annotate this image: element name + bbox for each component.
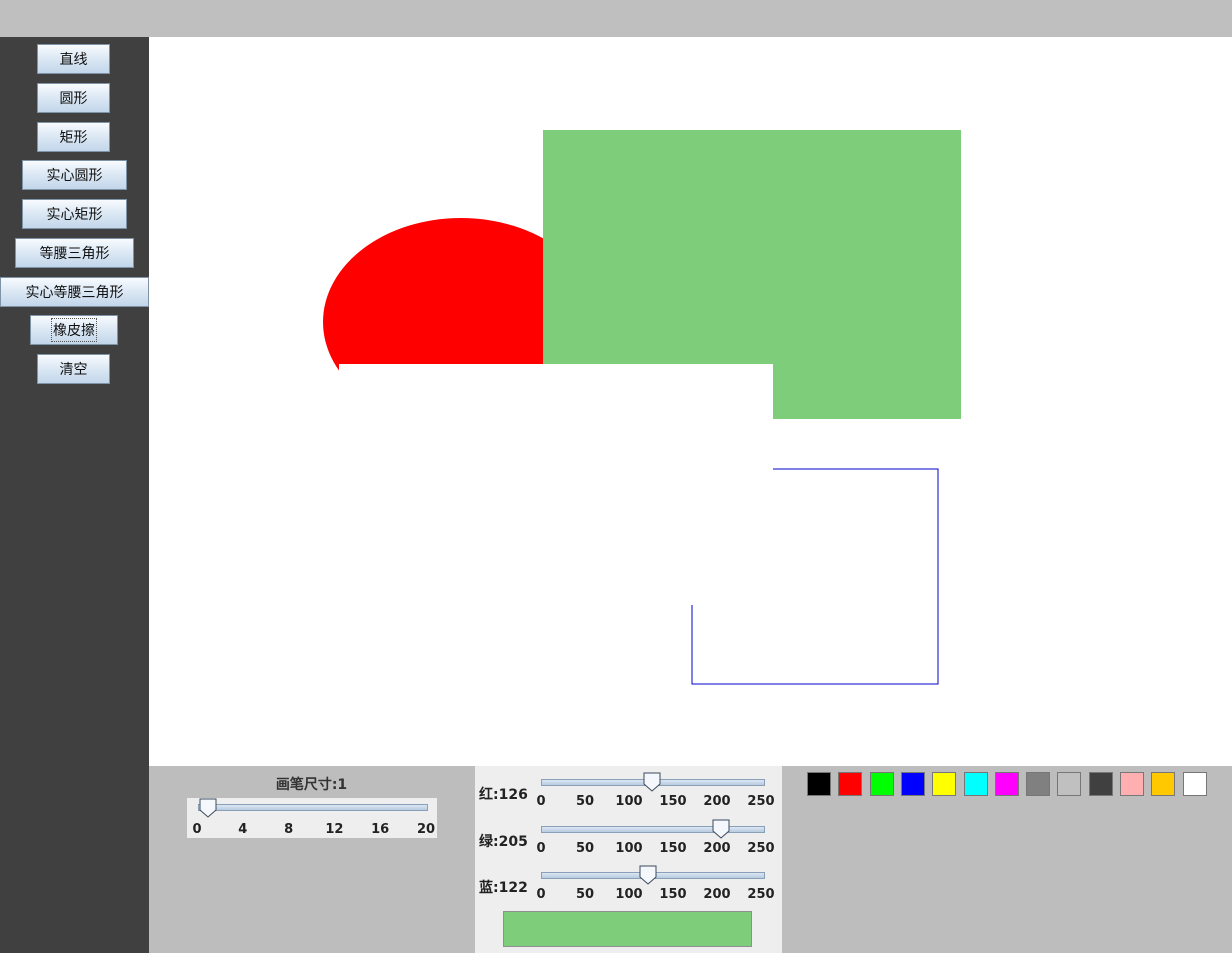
palette-swatch[interactable] — [1088, 772, 1113, 796]
blue-slider-thumb[interactable] — [639, 865, 657, 885]
rgb-tick-label: 150 — [659, 887, 687, 902]
palette-swatch[interactable] — [807, 772, 831, 796]
filled-circle-button[interactable]: 实心圆形 — [22, 160, 127, 190]
palette-swatch[interactable] — [1026, 772, 1051, 796]
circle-button[interactable]: 圆形 — [37, 83, 110, 113]
palette-swatch[interactable] — [932, 772, 957, 796]
brush-size-ticks: 0 4 8 12 16 20 — [187, 822, 437, 838]
filled-triangle-button-label: 实心等腰三角形 — [25, 285, 124, 301]
rgb-tick-label: 0 — [536, 887, 546, 902]
clear-button[interactable]: 清空 — [37, 354, 110, 384]
red-slider-thumb[interactable] — [643, 772, 661, 792]
red-slider-ticks: 0 50 100 150 200 250 — [536, 794, 774, 810]
eraser-button-label: 橡皮擦 — [51, 318, 97, 342]
blue-slider[interactable]: 0 50 100 150 200 250 — [536, 865, 775, 907]
blue-channel-label: 蓝:122 — [479, 880, 528, 896]
palette-swatch[interactable] — [1057, 772, 1082, 796]
red-slider[interactable]: 0 50 100 150 200 250 — [536, 772, 775, 814]
brush-size-tick-label: 8 — [284, 822, 294, 837]
green-slider-track[interactable] — [541, 826, 765, 833]
green-slider-ticks: 0 50 100 150 200 250 — [536, 841, 774, 857]
red-channel-label: 红:126 — [479, 787, 528, 803]
drawing-canvas[interactable] — [149, 37, 1232, 766]
erased-area — [339, 364, 773, 504]
rgb-tick-label: 200 — [703, 794, 731, 809]
triangle-button-label: 等腰三角形 — [39, 246, 110, 262]
palette-swatch[interactable] — [963, 772, 988, 796]
green-slider[interactable]: 0 50 100 150 200 250 — [536, 819, 775, 861]
line-button[interactable]: 直线 — [37, 44, 110, 74]
rectangle-button[interactable]: 矩形 — [37, 122, 110, 152]
brush-size-slider-box: 0 4 8 12 16 20 — [187, 798, 437, 838]
rgb-tick-label: 150 — [659, 794, 687, 809]
eraser-button[interactable]: 橡皮擦 — [30, 315, 118, 345]
rgb-tick-label: 50 — [575, 887, 595, 902]
green-channel-label: 绿:205 — [479, 834, 528, 850]
rgb-tick-label: 100 — [615, 841, 643, 856]
brush-size-tick-label: 16 — [371, 822, 390, 837]
rgb-tick-label: 250 — [747, 841, 775, 856]
line-button-label: 直线 — [59, 52, 88, 68]
green-slider-thumb[interactable] — [712, 819, 730, 839]
canvas-drawing — [323, 130, 961, 685]
brush-size-tick-label: 12 — [325, 822, 344, 837]
rgb-tick-label: 100 — [615, 794, 643, 809]
filled-rectangle-button-label: 实心矩形 — [46, 207, 103, 223]
rgb-tick-label: 100 — [615, 887, 643, 902]
palette-swatch[interactable] — [994, 772, 1019, 796]
rectangle-button-label: 矩形 — [59, 130, 88, 146]
color-palette — [807, 766, 1227, 806]
rgb-tick-label: 50 — [575, 841, 595, 856]
clear-button-label: 清空 — [59, 362, 88, 378]
palette-swatch[interactable] — [1120, 772, 1144, 796]
rgb-tick-label: 250 — [747, 794, 775, 809]
palette-swatch[interactable] — [1182, 772, 1207, 796]
palette-swatch[interactable] — [869, 772, 894, 796]
tool-sidebar: 直线 圆形 矩形 实心圆形 实心矩形 等腰三角形 实心等腰三角形 橡皮擦 清空 — [0, 37, 149, 953]
color-preview — [503, 911, 752, 947]
rgb-tick-label: 150 — [659, 841, 687, 856]
title-bar — [0, 0, 1232, 37]
rgb-color-panel: 红:126 0 50 100 150 200 250 绿:205 0 50 100 150 200… — [475, 766, 782, 953]
blue-slider-ticks: 0 50 100 150 200 250 — [536, 887, 774, 903]
rgb-tick-label: 0 — [536, 794, 546, 809]
filled-rectangle-button[interactable]: 实心矩形 — [22, 199, 127, 229]
filled-triangle-button[interactable]: 实心等腰三角形 — [0, 277, 149, 307]
bottom-panel: 画笔尺寸:1 0 4 8 12 16 20 红:126 0 50 100 150 200 250 绿… — [149, 766, 1232, 953]
brush-size-tick-label: 20 — [416, 822, 436, 837]
palette-swatch[interactable] — [1151, 772, 1176, 796]
brush-size-slider-thumb[interactable] — [199, 798, 217, 818]
palette-swatch[interactable] — [838, 772, 863, 796]
rgb-tick-label: 50 — [575, 794, 595, 809]
triangle-button[interactable]: 等腰三角形 — [15, 238, 134, 268]
filled-circle-button-label: 实心圆形 — [46, 168, 103, 184]
brush-size-tick-label: 0 — [192, 822, 202, 837]
rgb-tick-label: 200 — [703, 887, 731, 902]
rgb-tick-label: 0 — [536, 841, 546, 856]
brush-size-label: 画笔尺寸:1 — [275, 777, 348, 793]
brush-size-tick-label: 4 — [238, 822, 248, 837]
rgb-tick-label: 250 — [747, 887, 775, 902]
circle-button-label: 圆形 — [59, 91, 88, 107]
rgb-tick-label: 200 — [703, 841, 731, 856]
brush-size-slider-track[interactable] — [198, 804, 428, 811]
palette-swatch[interactable] — [900, 772, 925, 796]
